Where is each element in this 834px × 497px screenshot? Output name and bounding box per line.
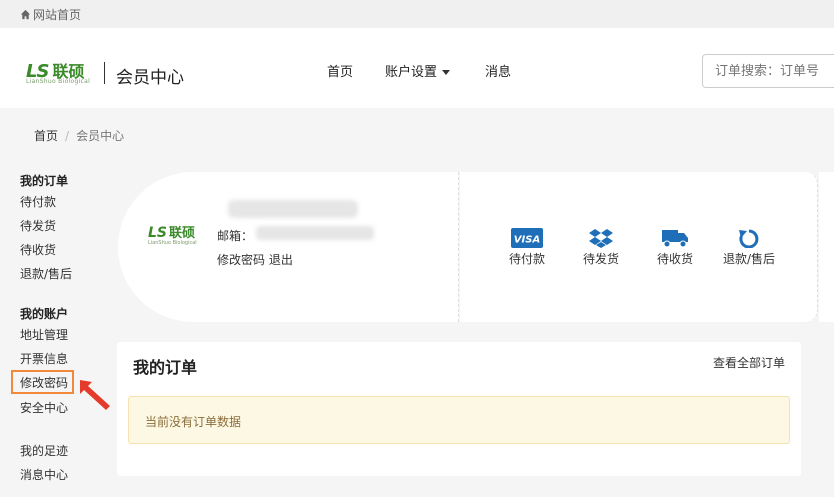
logout-link[interactable]: 退出 [269, 253, 293, 267]
status-refund-label: 退款/售后 [722, 252, 776, 266]
extra-card [819, 172, 834, 322]
logo-subtitle: LianShuo Biological [26, 78, 91, 85]
header: LS 联硕 LianShuo Biological 会员中心 首页 账户设置 消息 [0, 28, 834, 108]
empty-orders-alert: 当前没有订单数据 [128, 396, 790, 444]
email-label: 邮箱： [217, 229, 254, 243]
caret-down-icon [442, 70, 451, 75]
profile-logo: LS 联硕 LianShuo Biological [148, 222, 197, 246]
status-pending-shipment[interactable]: 待发货 [566, 228, 636, 267]
email-redacted [256, 226, 374, 240]
svg-text:VISA: VISA [514, 235, 540, 246]
profile-logo-mark: LS [148, 225, 168, 241]
truck-icon [662, 230, 688, 248]
visa-card-icon: VISA [511, 228, 543, 248]
page-title: 会员中心 [116, 68, 184, 88]
profile-logo-chinese: 联硕 [169, 226, 196, 241]
refresh-icon [739, 229, 759, 248]
status-refund[interactable]: 退款/售后 [714, 228, 784, 267]
sidebar-item-pending-receipt[interactable]: 待收货 [20, 241, 56, 258]
pointer-arrow-icon [80, 380, 110, 410]
breadcrumb-home[interactable]: 首页 [34, 129, 58, 143]
status-pending-receipt-label: 待收货 [656, 252, 693, 266]
status-pending-payment[interactable]: VISA 待付款 [492, 228, 562, 267]
status-pending-payment-label: 待付款 [508, 252, 545, 266]
breadcrumb-current: 会员中心 [76, 129, 125, 143]
orders-panel: 我的订单 查看全部订单 当前没有订单数据 [117, 342, 801, 476]
nav-home[interactable]: 首页 [327, 61, 353, 80]
sidebar-item-security[interactable]: 安全中心 [20, 399, 68, 416]
change-password-link[interactable]: 修改密码 [217, 253, 265, 267]
sidebar-heading-orders: 我的订单 [20, 174, 69, 188]
brand-logo[interactable]: LS 联硕 LianShuo Biological [26, 58, 90, 85]
dropbox-icon [589, 229, 613, 248]
nav-account-settings[interactable]: 账户设置 [385, 61, 451, 80]
site-home-link[interactable]: 网站首页 [20, 6, 81, 23]
profile-logo-subtitle: LianShuo Biological [148, 240, 197, 246]
profile-card: LS 联硕 LianShuo Biological 邮箱： 修改密码 退出 [118, 172, 459, 322]
sidebar-heading-account: 我的账户 [20, 307, 69, 321]
status-pending-receipt[interactable]: 待收货 [640, 228, 710, 267]
top-bar: 网站首页 [0, 0, 834, 28]
site-home-label: 网站首页 [33, 8, 82, 22]
sidebar-item-pending-shipment[interactable]: 待发货 [20, 217, 56, 234]
breadcrumb-separator: / [65, 129, 70, 143]
order-search-input[interactable] [702, 54, 834, 88]
nav-account-settings-label: 账户设置 [385, 65, 438, 80]
sidebar-item-address[interactable]: 地址管理 [20, 326, 68, 343]
sidebar-item-invoice[interactable]: 开票信息 [20, 350, 68, 367]
home-icon [20, 9, 31, 20]
header-divider [104, 62, 105, 84]
sidebar-item-footprint[interactable]: 我的足迹 [20, 442, 68, 459]
sidebar-item-refund[interactable]: 退款/售后 [20, 265, 72, 282]
status-pending-shipment-label: 待发货 [582, 252, 619, 266]
view-all-orders-link[interactable]: 查看全部订单 [713, 354, 785, 371]
breadcrumb: 首页 / 会员中心 [34, 127, 124, 144]
change-password-highlight [11, 370, 74, 394]
nav-messages[interactable]: 消息 [485, 61, 511, 80]
orders-panel-title: 我的订单 [133, 358, 198, 377]
sidebar-item-pending-payment[interactable]: 待付款 [20, 193, 56, 210]
username-redacted [228, 200, 358, 218]
sidebar-item-messages[interactable]: 消息中心 [20, 466, 68, 483]
profile-links: 修改密码 退出 [217, 251, 293, 268]
order-status-card: VISA 待付款 待发货 待收货 退款/售后 [460, 172, 818, 322]
